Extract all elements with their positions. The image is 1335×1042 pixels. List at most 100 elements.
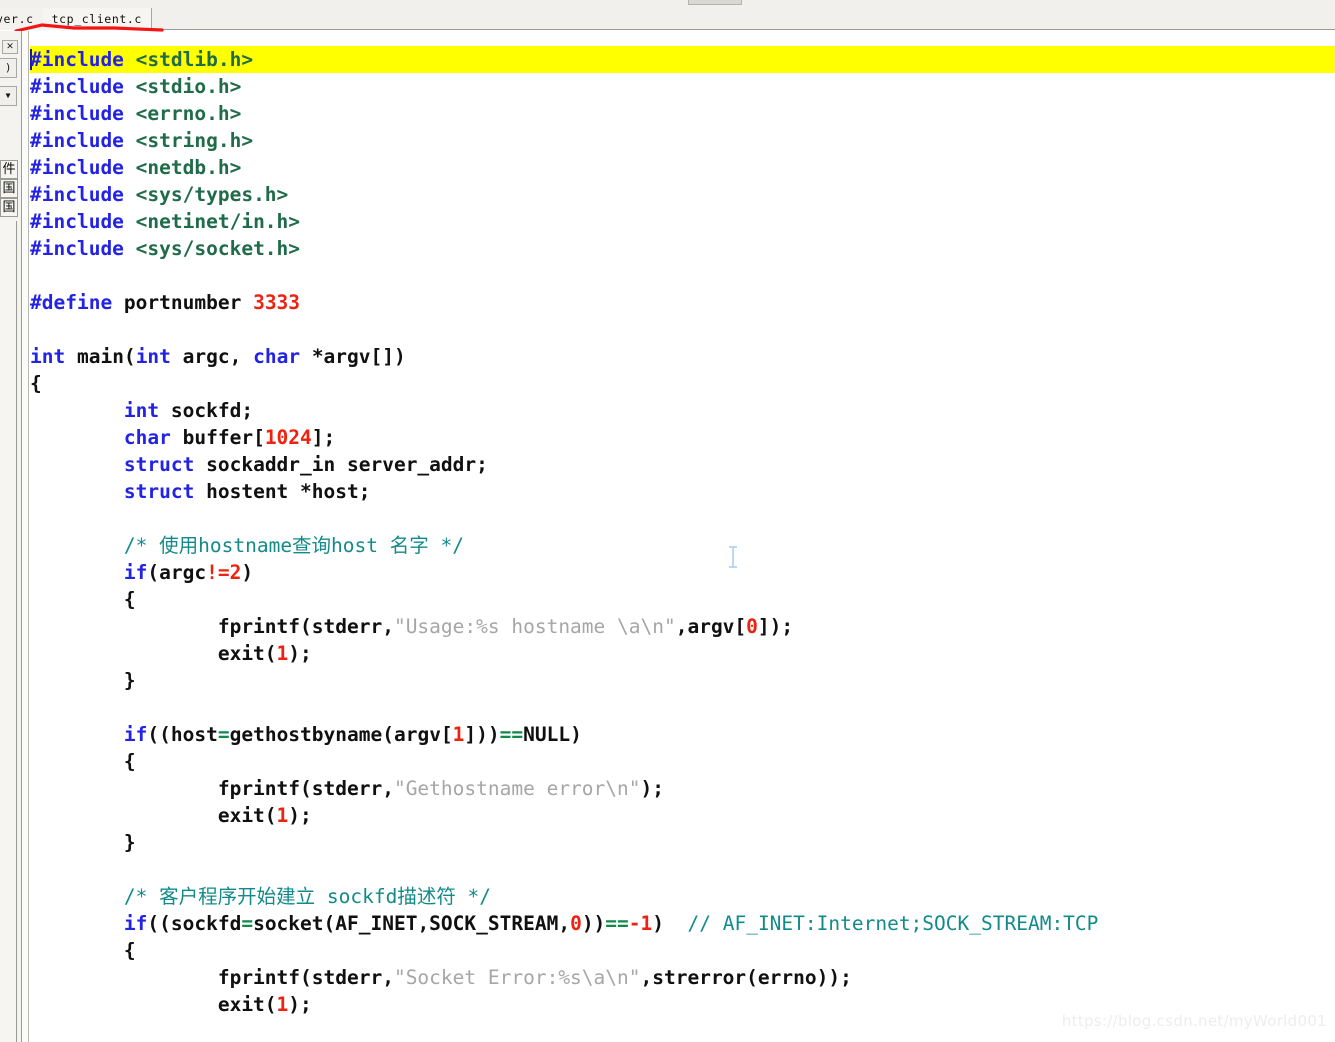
code-line[interactable]: #include <errno.h> [30, 100, 1335, 127]
code-line[interactable]: #include <netdb.h> [30, 154, 1335, 181]
code-token-kw: if [123, 561, 148, 584]
code-line[interactable] [30, 262, 1335, 289]
code-token-num: 3333 [253, 291, 301, 314]
code-line[interactable]: #include <sys/types.h> [30, 181, 1335, 208]
code-token-pl: )) [581, 912, 606, 935]
code-token-pl: { [30, 588, 136, 611]
code-line[interactable]: exit(1); [30, 802, 1335, 829]
code-token-ang: <string.h> [135, 129, 254, 152]
code-line[interactable]: char buffer[1024]; [30, 424, 1335, 451]
code-token-pl: fprintf(stderr, [30, 777, 394, 800]
code-token-pl: { [30, 939, 136, 962]
code-token-op: = [217, 723, 230, 746]
code-token-pl: socket(AF_INET,SOCK_STREAM, [253, 912, 571, 935]
code-token-ang: <netdb.h> [135, 156, 242, 179]
code-token-cmt: /* 客户程序开始建立 sockfd描述符 */ [123, 885, 492, 908]
code-line[interactable]: { [30, 370, 1335, 397]
code-token-ang: <sys/types.h> [135, 183, 289, 206]
code-token-num: 1 [276, 642, 289, 665]
code-token-pl: exit( [30, 993, 277, 1016]
tab-tcp-client-c[interactable]: tcp_client.c [42, 8, 152, 30]
code-line[interactable] [30, 856, 1335, 883]
code-token-kw: struct [123, 480, 195, 503]
code-line[interactable]: } [30, 667, 1335, 694]
code-token-kw: #include [30, 75, 124, 98]
code-token-pl: ) [241, 561, 254, 584]
code-token-num: -1 [628, 912, 653, 935]
editor-gutter [22, 31, 29, 1042]
tab-ver-c[interactable]: ver.c [0, 8, 43, 30]
code-token-pl: ); [288, 804, 312, 827]
code-token-kw: int [135, 345, 171, 368]
round-button-icon[interactable]: ) [0, 58, 17, 78]
code-line[interactable] [30, 316, 1335, 343]
code-token-num: 0 [746, 615, 758, 638]
close-icon[interactable]: ✕ [2, 40, 18, 54]
code-line[interactable]: { [30, 937, 1335, 964]
code-token-pl: } [30, 669, 136, 692]
code-token-kw: #define [30, 291, 113, 314]
code-line[interactable] [30, 694, 1335, 721]
code-token-pl: fprintf(stderr, [30, 966, 394, 989]
code-line[interactable]: } [30, 829, 1335, 856]
code-line[interactable]: #include <stdlib.h> [30, 46, 1335, 73]
code-token-kw: #include [30, 129, 124, 152]
code-line[interactable]: /* 使用hostname查询host 名字 */ [30, 532, 1335, 559]
code-line[interactable]: struct sockaddr_in server_addr; [30, 451, 1335, 478]
code-token-pl: { [30, 750, 136, 773]
code-token-kw: #include [30, 183, 124, 206]
code-token-kw: #include [30, 102, 124, 125]
code-token-pl: ,argv[ [675, 615, 747, 638]
code-token-num: 2 [229, 561, 242, 584]
code-line[interactable]: if((sockfd=socket(AF_INET,SOCK_STREAM,0)… [30, 910, 1335, 937]
code-line[interactable]: { [30, 748, 1335, 775]
code-token-kw: struct [123, 453, 195, 476]
code-line[interactable]: int main(int argc, char *argv[]) [30, 343, 1335, 370]
code-token-ang: <netinet/in.h> [135, 210, 301, 233]
code-line[interactable]: #define portnumber 3333 [30, 289, 1335, 316]
code-line[interactable]: #include <string.h> [30, 127, 1335, 154]
code-token-kw: char [253, 345, 301, 368]
code-line[interactable]: fprintf(stderr,"Gethostname error\n"); [30, 775, 1335, 802]
code-line[interactable]: #include <sys/socket.h> [30, 235, 1335, 262]
code-token-num: 1024 [264, 426, 312, 449]
code-token-pl: fprintf(stderr, [30, 615, 394, 638]
code-line[interactable]: #include <netinet/in.h> [30, 208, 1335, 235]
code-token-str: "Socket Error:%s\a\n" [393, 966, 641, 989]
code-line[interactable]: int sockfd; [30, 397, 1335, 424]
tabbar-overflow-box[interactable] [688, 0, 742, 5]
code-token-pl: exit( [30, 642, 277, 665]
code-line[interactable]: fprintf(stderr,"Socket Error:%s\a\n",str… [30, 964, 1335, 991]
code-line[interactable]: struct hostent *host; [30, 478, 1335, 505]
code-line[interactable]: #include <stdio.h> [30, 73, 1335, 100]
code-token-ang: <stdlib.h> [135, 48, 254, 71]
code-line[interactable]: if(argc!=2) [30, 559, 1335, 586]
vertical-label-2[interactable]: 国 [0, 179, 18, 198]
code-token-kw: #include [30, 48, 124, 71]
code-line[interactable]: fprintf(stderr,"Usage:%s hostname \a\n",… [30, 613, 1335, 640]
code-line[interactable]: if((host=gethostbyname(argv[1]))==NULL) [30, 721, 1335, 748]
code-token-pl: (argc [147, 561, 207, 584]
code-token-kw: if [123, 723, 148, 746]
code-token-pl: hostent *host; [194, 480, 371, 503]
code-token-pl: sockaddr_in server_addr; [194, 453, 488, 476]
code-line[interactable]: { [30, 586, 1335, 613]
code-line[interactable] [30, 505, 1335, 532]
code-line[interactable]: exit(1); [30, 640, 1335, 667]
code-editor-area[interactable]: #include <stdlib.h> #include <stdio.h> #in… [30, 46, 1335, 1042]
vertical-label-1[interactable]: 件 [0, 160, 18, 179]
code-token-pl: { [30, 372, 42, 395]
vertical-label-3[interactable]: 国 [0, 198, 18, 217]
code-token-op: == [605, 912, 629, 935]
code-line[interactable]: /* 客户程序开始建立 sockfd描述符 */ [30, 883, 1335, 910]
code-token-pl: } [30, 831, 136, 854]
code-token-num: 0 [570, 912, 582, 935]
code-token-kw: int [123, 399, 160, 422]
chevron-down-icon[interactable]: ▼ [0, 86, 17, 106]
